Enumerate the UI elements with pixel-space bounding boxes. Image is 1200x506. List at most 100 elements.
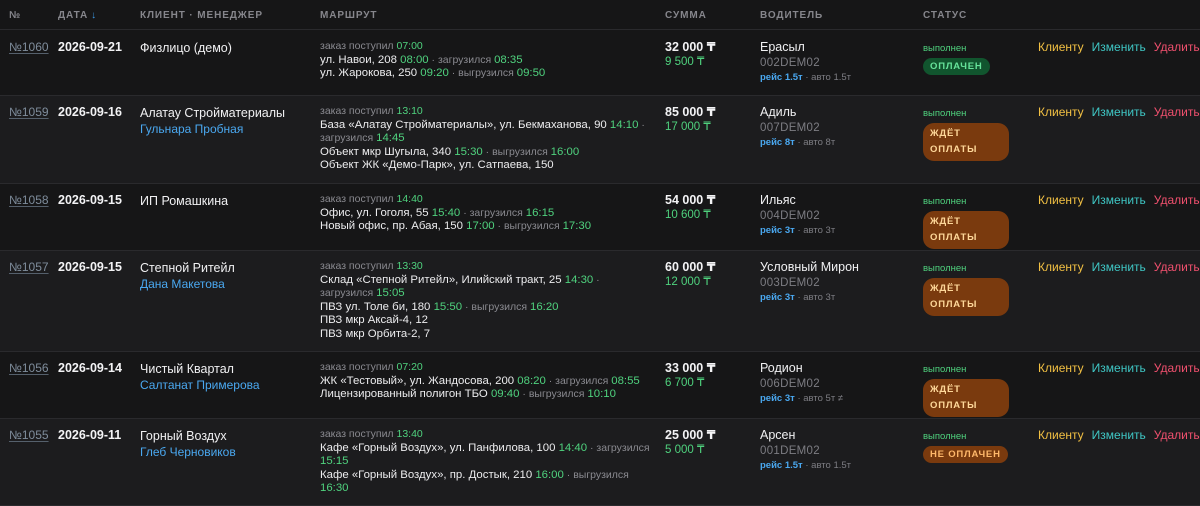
stop-address: Объект ЖК «Демо-Парк», ул. Сатпаева, 150 bbox=[320, 159, 554, 171]
edit-button[interactable]: Изменить bbox=[1092, 260, 1146, 274]
payment-status-badge[interactable]: НЕ ОПЛАЧЕН bbox=[923, 446, 1008, 463]
status-cell: выполнен ЖДЁТ ОПЛАТЫ bbox=[923, 263, 1013, 316]
order-received-time: 13:40 bbox=[396, 428, 423, 440]
edit-button[interactable]: Изменить bbox=[1092, 105, 1146, 119]
delete-button[interactable]: Удалить bbox=[1154, 260, 1200, 274]
stop-event-time: 16:00 bbox=[550, 145, 580, 158]
trip-rate: рейс 1.5т bbox=[760, 460, 803, 471]
driver-pay: 10 600 ₸ bbox=[665, 209, 711, 221]
edit-button[interactable]: Изменить bbox=[1092, 40, 1146, 54]
row-actions: Клиенту Изменить Удалить bbox=[1038, 40, 1200, 54]
client-cell: ИП Ромашкина bbox=[140, 193, 310, 209]
stop-address: Склад «Степной Ритейл», Илийский тракт, … bbox=[320, 273, 562, 286]
sum-cell: 33 000 ₸ 6 700 ₸ bbox=[665, 361, 715, 391]
col-route[interactable]: МАРШРУТ bbox=[320, 10, 377, 21]
col-status[interactable]: СТАТУС bbox=[923, 10, 967, 21]
payment-status-badge[interactable]: ОПЛАЧЕН bbox=[923, 58, 990, 75]
status-cell: выполнен ЖДЁТ ОПЛАТЫ bbox=[923, 108, 1013, 161]
order-number-link[interactable]: №1058 bbox=[9, 193, 49, 207]
col-date[interactable]: ДАТА ↓ bbox=[58, 10, 96, 21]
stop-address: ул. Навои, 208 bbox=[320, 53, 397, 66]
driver-pay: 6 700 ₸ bbox=[665, 377, 705, 389]
status-text: выполнен bbox=[923, 196, 967, 207]
manager-link[interactable]: Салтанат Примерова bbox=[140, 377, 310, 394]
col-driver[interactable]: ВОДИТЕЛЬ bbox=[760, 10, 823, 21]
order-number-cell: №1055 bbox=[9, 428, 49, 442]
send-to-client-button[interactable]: Клиенту bbox=[1038, 193, 1084, 207]
driver-cell: Условный Мирон 003DEM02 рейс 3т · авто 3т bbox=[760, 260, 910, 305]
route-cell: заказ поступил 14:40 Офис, ул. Гоголя, 55… bbox=[320, 193, 655, 234]
edit-button[interactable]: Изменить bbox=[1092, 193, 1146, 207]
vehicle-capacity: · авто 3т bbox=[797, 225, 836, 236]
route-cell: заказ поступил 13:10 База «Алатау Стройма… bbox=[320, 105, 655, 173]
vehicle-capacity: · авто 1.5т bbox=[805, 72, 852, 83]
manager-link[interactable]: Гульнара Пробная bbox=[140, 121, 310, 138]
delete-button[interactable]: Удалить bbox=[1154, 361, 1200, 375]
order-number-link[interactable]: №1055 bbox=[9, 428, 49, 442]
table-row: №1057 2026-09-15 Степной Ритейл Дана Макето… bbox=[0, 251, 1200, 352]
edit-button[interactable]: Изменить bbox=[1092, 428, 1146, 442]
col-client[interactable]: КЛИЕНТ · МЕНЕДЖЕР bbox=[140, 10, 263, 21]
stop-event-label: · выгрузился bbox=[482, 145, 551, 158]
manager-link[interactable]: Глеб Черновиков bbox=[140, 444, 310, 461]
send-to-client-button[interactable]: Клиенту bbox=[1038, 40, 1084, 54]
order-number-cell: №1059 bbox=[9, 105, 49, 119]
table-row: №1059 2026-09-16 Алатау Стройматериалы Гуль… bbox=[0, 96, 1200, 184]
col-sum[interactable]: СУММА bbox=[665, 10, 707, 21]
stop-event-label: · загрузился bbox=[460, 206, 526, 219]
payment-status-badge[interactable]: ЖДЁТ ОПЛАТЫ bbox=[923, 211, 1009, 249]
sum-cell: 60 000 ₸ 12 000 ₸ bbox=[665, 260, 715, 290]
status-text: выполнен bbox=[923, 263, 967, 274]
stop-arrival-time: 09:40 bbox=[490, 388, 520, 400]
order-received-label: заказ поступил bbox=[320, 260, 394, 272]
send-to-client-button[interactable]: Клиенту bbox=[1038, 105, 1084, 119]
vehicle-meta: рейс 1.5т · авто 1.5т bbox=[760, 71, 910, 85]
driver-cell: Ерасыл 002DEM02 рейс 1.5т · авто 1.5т bbox=[760, 40, 910, 85]
stop-address: ПВЗ ул. Толе би, 180 bbox=[320, 300, 431, 313]
order-number-link[interactable]: №1060 bbox=[9, 40, 49, 54]
client-name: Степной Ритейл bbox=[140, 261, 235, 275]
order-number-link[interactable]: №1057 bbox=[9, 260, 49, 274]
edit-button[interactable]: Изменить bbox=[1092, 361, 1146, 375]
order-received-time: 07:00 bbox=[396, 40, 423, 52]
status-cell: выполнен ОПЛАЧЕН bbox=[923, 43, 1013, 75]
vehicle-meta: рейс 1.5т · авто 1.5т bbox=[760, 459, 910, 473]
route-cell: заказ поступил 07:20 ЖК «Тестовый», ул. Ж… bbox=[320, 361, 655, 402]
send-to-client-button[interactable]: Клиенту bbox=[1038, 260, 1084, 274]
manager-link[interactable]: Дана Макетова bbox=[140, 276, 310, 293]
driver-cell: Арсен 001DEM02 рейс 1.5т · авто 1.5т bbox=[760, 428, 910, 473]
route-stop: ул. Навои, 208 08:00 · загрузился 08:35 bbox=[320, 54, 655, 68]
stop-address: ул. Жарокова, 250 bbox=[320, 67, 418, 79]
payment-status-badge[interactable]: ЖДЁТ ОПЛАТЫ bbox=[923, 379, 1009, 417]
delete-button[interactable]: Удалить bbox=[1154, 428, 1200, 442]
payment-status-badge[interactable]: ЖДЁТ ОПЛАТЫ bbox=[923, 278, 1009, 316]
stop-arrival-time: 08:20 bbox=[517, 374, 546, 387]
stop-address: Новый офис, пр. Абая, 150 bbox=[320, 220, 463, 232]
send-to-client-button[interactable]: Клиенту bbox=[1038, 428, 1084, 442]
vehicle-capacity: · авто 1.5т bbox=[805, 460, 852, 471]
order-received: заказ поступил 14:40 bbox=[320, 193, 655, 207]
route-stop: ПВЗ мкр Орбита-2, 7 bbox=[320, 328, 655, 342]
order-number-link[interactable]: №1056 bbox=[9, 361, 49, 375]
col-num[interactable]: № bbox=[9, 10, 21, 21]
payment-status-badge[interactable]: ЖДЁТ ОПЛАТЫ bbox=[923, 123, 1009, 161]
stop-address: Объект мкр Шугыла, 340 bbox=[320, 145, 452, 158]
client-cell: Чистый Квартал Салтанат Примерова bbox=[140, 361, 310, 394]
order-number-link[interactable]: №1059 bbox=[9, 105, 49, 119]
stop-event-time: 15:05 bbox=[376, 287, 405, 299]
driver-pay: 12 000 ₸ bbox=[665, 276, 711, 288]
stop-event-time: 14:45 bbox=[376, 132, 405, 144]
delete-button[interactable]: Удалить bbox=[1154, 193, 1200, 207]
send-to-client-button[interactable]: Клиенту bbox=[1038, 361, 1084, 375]
order-number-cell: №1056 bbox=[9, 361, 49, 375]
order-received: заказ поступил 07:20 bbox=[320, 361, 655, 375]
delete-button[interactable]: Удалить bbox=[1154, 105, 1200, 119]
vehicle-plate: 004DEM02 bbox=[760, 210, 820, 222]
stop-address: Офис, ул. Гоголя, 55 bbox=[320, 206, 429, 219]
delete-button[interactable]: Удалить bbox=[1154, 40, 1200, 54]
vehicle-plate: 002DEM02 bbox=[760, 57, 820, 69]
stop-address: База «Алатау Стройматериалы», ул. Бекмах… bbox=[320, 118, 607, 131]
order-total: 33 000 ₸ bbox=[665, 361, 716, 375]
table-row: №1056 2026-09-14 Чистый Квартал Салтанат Пр… bbox=[0, 352, 1200, 419]
status-text: выполнен bbox=[923, 108, 967, 119]
